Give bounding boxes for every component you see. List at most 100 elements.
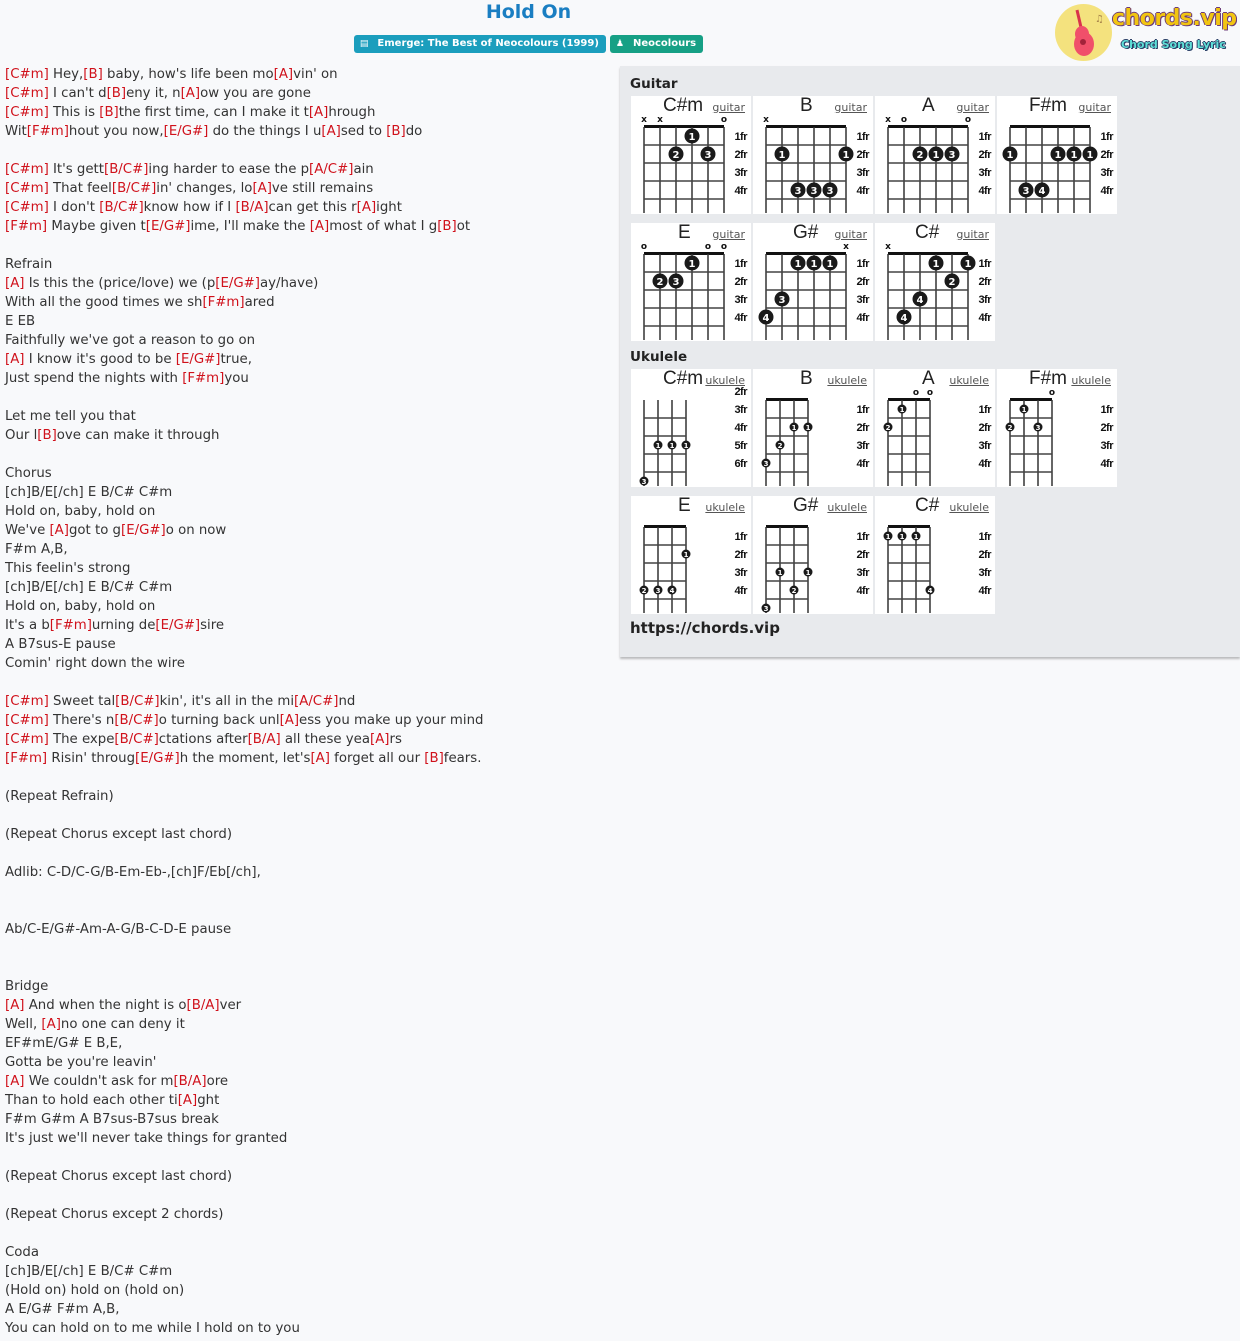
chord-marker[interactable]: [B/C#] — [104, 162, 148, 177]
chord-marker[interactable]: [E/G#] — [215, 276, 260, 291]
chord-marker[interactable]: [A] — [5, 276, 24, 291]
chord-marker[interactable]: [A] — [274, 67, 293, 82]
chord-marker[interactable]: [E/G#] — [146, 219, 191, 234]
chord-marker[interactable]: [A] — [321, 124, 340, 139]
ukulele-chord-card[interactable]: o o 1fr 2fr 3fr 4fr 1 2 Aukulele — [875, 368, 995, 487]
chord-marker[interactable]: [F#m] — [202, 295, 244, 310]
chord-marker[interactable]: [F#m] — [27, 124, 69, 139]
ukulele-link[interactable]: ukulele — [705, 374, 745, 387]
site-logo[interactable]: ♫ chords.vip Chord Song Lyric — [1054, 3, 1237, 63]
chord-marker[interactable]: [B/C#] — [114, 732, 158, 747]
chord-marker[interactable]: [B/C#] — [114, 713, 158, 728]
chord-marker[interactable]: [A] — [309, 105, 328, 120]
ukulele-chord-card[interactable]: o 1fr 2fr 3fr 4fr 1 2 3 F#m ukulele — [997, 368, 1117, 487]
chord-marker[interactable]: [A] — [5, 1074, 24, 1089]
ukulele-link[interactable]: ukulele — [949, 501, 989, 514]
chord-marker[interactable]: [B] — [386, 124, 406, 139]
artist-badge[interactable]: ♟ Neocolours — [609, 35, 704, 53]
ukulele-link[interactable]: ukulele — [1071, 374, 1111, 387]
chord-marker[interactable]: [A] — [310, 219, 329, 234]
guitar-chord-card[interactable]: 1fr 2fr 3fr 4fr 1 1 1 1 3 4 F#m guitar — [997, 95, 1117, 214]
chord-marker[interactable]: [B/C#] — [99, 200, 143, 215]
fret-number-label: 1fr — [734, 131, 748, 143]
chord-marker[interactable]: [E/G#] — [176, 352, 221, 367]
chord-marker[interactable]: [A] — [41, 1017, 60, 1032]
chord-marker[interactable]: [B] — [107, 86, 127, 101]
chord-marker[interactable]: [F#m] — [5, 751, 47, 766]
chord-marker[interactable]: [A] — [252, 181, 271, 196]
guitar-link[interactable]: guitar — [712, 228, 745, 241]
chord-marker[interactable]: [A] — [280, 713, 299, 728]
lyric-text: (Repeat Refrain) — [5, 789, 114, 804]
guitar-chord-card[interactable]: x 1fr 2fr 3fr 4fr 1 1 3 3 3 Bguitar — [753, 95, 873, 214]
chord-marker[interactable]: [A] — [5, 352, 24, 367]
ukulele-link[interactable]: ukulele — [827, 374, 867, 387]
lyric-text: Chorus — [5, 466, 52, 481]
ukulele-link[interactable]: ukulele — [949, 374, 989, 387]
chord-marker[interactable]: [C#m] — [5, 713, 49, 728]
ukulele-chord-card[interactable]: 1fr 2fr 3fr 4fr 1 1 2 3 Bukulele — [753, 368, 873, 487]
chord-marker[interactable]: [A] — [181, 86, 200, 101]
ukulele-chord-card[interactable]: 1fr 2fr 3fr 4fr 1 1 1 4 C# ukulele — [875, 495, 995, 614]
chord-marker[interactable]: [E/G#] — [164, 124, 209, 139]
lyric-text: Hold on, baby, hold on — [5, 504, 156, 519]
chord-marker[interactable]: [C#m] — [5, 694, 49, 709]
chord-marker[interactable]: [B/C#] — [112, 181, 156, 196]
chord-marker[interactable]: [A] — [178, 1093, 197, 1108]
chord-marker[interactable]: [C#m] — [5, 105, 49, 120]
chord-marker[interactable]: [A] — [49, 523, 68, 538]
lyric-line: [C#m] I can't d[B]eny it, n[A]ow you are… — [5, 84, 605, 103]
chord-marker[interactable]: [F#m] — [182, 371, 224, 386]
chord-marker[interactable]: [B/A] — [173, 1074, 206, 1089]
guitar-chord-card[interactable]: x 1fr 2fr 3fr 4fr 1 1 1 3 4 G# guitar — [753, 222, 873, 341]
chord-marker[interactable]: [A/C#] — [294, 694, 338, 709]
ukulele-chord-card[interactable]: 2fr 3fr 4fr 5fr 6fr 1 1 1 3 C#m ukulele — [631, 368, 751, 487]
chord-marker[interactable]: [B/C#] — [115, 694, 159, 709]
chord-marker[interactable]: [B/A] — [235, 200, 268, 215]
lyric-text: The expe — [48, 732, 115, 747]
chord-marker[interactable]: [E/G#] — [121, 523, 166, 538]
chord-marker[interactable]: [B/A] — [187, 998, 220, 1013]
guitar-link[interactable]: guitar — [834, 228, 867, 241]
chord-marker[interactable]: [A] — [370, 732, 389, 747]
chord-marker[interactable]: [A] — [310, 751, 329, 766]
guitar-link[interactable]: guitar — [1078, 101, 1111, 114]
chord-marker[interactable]: [A] — [5, 998, 24, 1013]
chord-marker[interactable]: [E/G#] — [135, 751, 180, 766]
ukulele-link[interactable]: ukulele — [827, 501, 867, 514]
fret-number-label: 3fr — [1100, 440, 1114, 452]
chord-marker[interactable]: [C#m] — [5, 162, 49, 177]
guitar-chord-card[interactable]: x x o 1fr 2fr 3fr 4fr 1 2 3 C#m guitar — [631, 95, 751, 214]
chord-marker[interactable]: [B] — [83, 67, 103, 82]
chord-marker[interactable]: [A] — [357, 200, 376, 215]
chord-marker[interactable]: [B/A] — [248, 732, 281, 747]
chord-marker[interactable]: [F#m] — [50, 618, 92, 633]
chord-marker[interactable]: [C#m] — [5, 86, 49, 101]
guitar-chord-card[interactable]: o o o 1fr 2fr 3fr 4fr 1 2 3 Eguitar — [631, 222, 751, 341]
chord-marker[interactable]: [C#m] — [5, 200, 49, 215]
chord-marker[interactable]: [C#m] — [5, 732, 49, 747]
fret-number-label: 3fr — [734, 167, 748, 179]
site-url[interactable]: https://chords.vip — [630, 619, 780, 637]
guitar-chord-card[interactable]: x o o 1fr 2fr 3fr 4fr 2 1 3 Aguitar — [875, 95, 995, 214]
ukulele-chord-card[interactable]: 1fr 2fr 3fr 4fr 1 1 2 3 G# ukulele — [753, 495, 873, 614]
guitar-chord-card[interactable]: x 1fr 2fr 3fr 4fr 1 1 2 4 4 C# guitar — [875, 222, 995, 341]
guitar-link[interactable]: guitar — [834, 101, 867, 114]
chord-marker[interactable]: [C#m] — [5, 181, 49, 196]
guitar-link[interactable]: guitar — [956, 228, 989, 241]
chord-marker[interactable]: [C#m] — [5, 67, 49, 82]
lyric-text: ight — [376, 200, 402, 215]
chord-marker[interactable]: [F#m] — [5, 219, 47, 234]
chord-marker[interactable]: [E/G#] — [155, 618, 200, 633]
chord-marker[interactable]: [A/C#] — [309, 162, 353, 177]
guitar-link[interactable]: guitar — [956, 101, 989, 114]
chord-marker[interactable]: [B] — [424, 751, 444, 766]
chord-marker[interactable]: [B] — [99, 105, 119, 120]
finger-number: 3 — [705, 150, 712, 161]
album-badge[interactable]: ▤ Emerge: The Best of Neocolours (1999) — [353, 35, 606, 53]
chord-marker[interactable]: [B] — [37, 428, 57, 443]
ukulele-chord-card[interactable]: 1fr 2fr 3fr 4fr 1 2 3 4 Eukulele — [631, 495, 751, 614]
guitar-link[interactable]: guitar — [712, 101, 745, 114]
ukulele-link[interactable]: ukulele — [705, 501, 745, 514]
chord-marker[interactable]: [B] — [437, 219, 457, 234]
